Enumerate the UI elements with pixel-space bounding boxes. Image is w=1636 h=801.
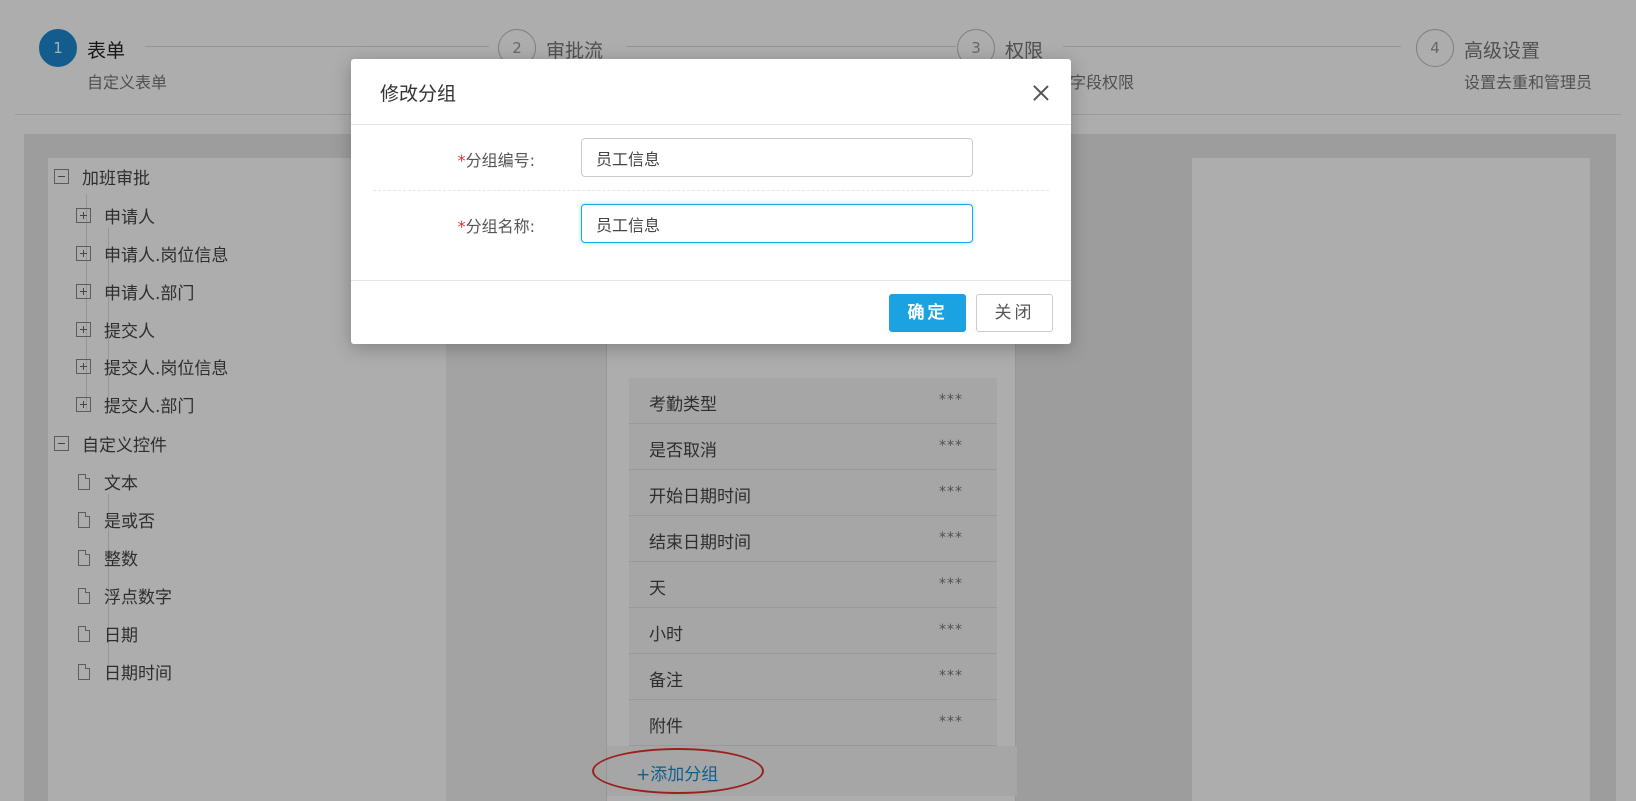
group-name-label: *分组名称:	[373, 213, 535, 237]
group-code-label: *分组编号:	[373, 147, 535, 171]
group-name-label-text: 分组名称:	[465, 217, 535, 236]
group-code-label-text: 分组编号:	[465, 151, 535, 170]
group-name-input[interactable]	[581, 204, 973, 243]
group-name-row: *分组名称:	[373, 191, 1049, 257]
group-code-row: *分组编号:	[373, 125, 1049, 191]
confirm-button[interactable]: 确定	[889, 294, 966, 332]
dialog-footer: 确定 关闭	[351, 280, 1071, 344]
group-code-input[interactable]	[581, 138, 973, 177]
close-button[interactable]: 关闭	[976, 294, 1053, 332]
dialog-title: 修改分组	[380, 83, 457, 105]
edit-group-dialog: 修改分组 *分组编号: *分组名称: 确定 关闭	[351, 59, 1071, 344]
required-mark: *	[457, 217, 466, 236]
dialog-header: 修改分组	[351, 59, 1071, 125]
required-mark: *	[457, 151, 466, 170]
close-icon[interactable]	[1029, 81, 1053, 105]
